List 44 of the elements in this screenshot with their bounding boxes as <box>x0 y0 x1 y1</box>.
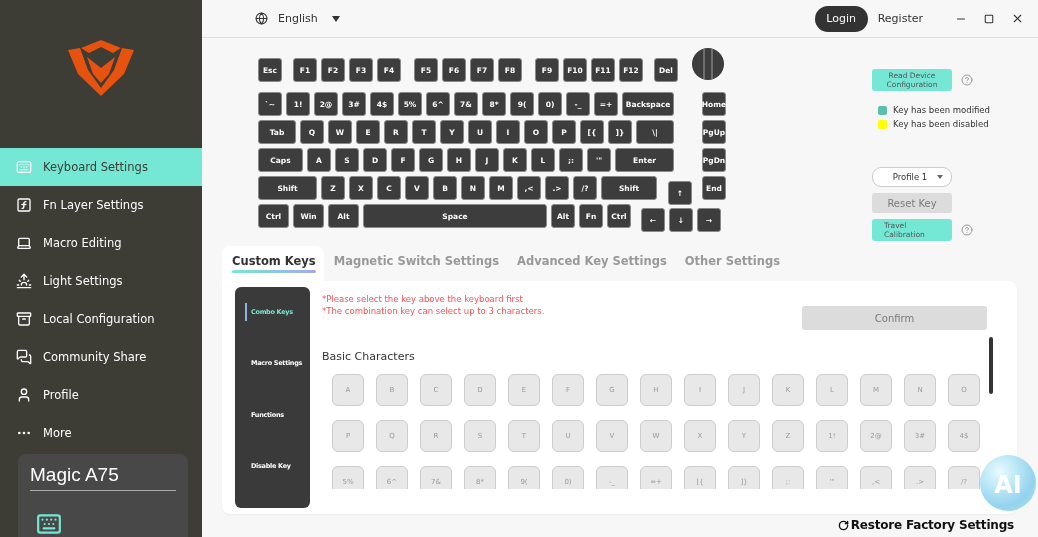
legend-label: Key has been disabled <box>893 119 989 129</box>
sidebar-item[interactable]: Macro Editing <box>0 224 202 262</box>
close-icon[interactable] <box>1011 12 1024 25</box>
maximize-icon[interactable] <box>984 13 994 24</box>
archive-icon <box>16 311 32 327</box>
warning-note: *Please select the key above the keyboard first <box>322 294 524 304</box>
sidebar-item[interactable]: Profile <box>0 376 202 414</box>
chat-bubbles-icon <box>16 349 32 365</box>
sidebar-label: Community Share <box>43 350 147 364</box>
sidebar-label: More <box>43 426 72 440</box>
sidebar-label: Local Configuration <box>43 312 155 326</box>
sunrise-icon <box>16 273 32 289</box>
globe-icon[interactable] <box>255 12 268 25</box>
device-name: Magic A75 <box>30 464 176 491</box>
sidebar-label: Fn Layer Settings <box>43 198 144 212</box>
section-title: Basic Characters <box>322 350 416 363</box>
profile-select[interactable]: Profile 1 <box>872 167 952 187</box>
tab[interactable]: Custom Keys <box>222 246 324 281</box>
sidebar-label: Profile <box>43 388 79 402</box>
register-button[interactable]: Register <box>871 12 929 25</box>
login-button[interactable]: Login <box>814 5 868 32</box>
user-icon <box>16 387 32 403</box>
language-label[interactable]: English <box>278 12 318 25</box>
function-square-icon <box>16 197 32 213</box>
legend-label: Key has been modified <box>893 105 990 115</box>
sidebar-item[interactable]: Light Settings <box>0 262 202 300</box>
sidebar-label: Light Settings <box>43 274 123 288</box>
caret-icon[interactable] <box>331 15 340 22</box>
sidebar-label: Keyboard Settings <box>43 160 148 174</box>
keyboard-icon <box>36 511 62 537</box>
warning-note: *The combination key can select up to 3 characters. <box>322 306 546 316</box>
sidebar-item[interactable]: Keyboard Settings <box>0 148 202 186</box>
sidebar-item[interactable]: Fn Layer Settings <box>0 186 202 224</box>
laptop-icon <box>16 235 32 251</box>
refresh-icon <box>837 519 849 531</box>
logo <box>68 40 134 96</box>
scrollbar[interactable] <box>989 337 993 394</box>
sidebar-item[interactable]: Local Configuration <box>0 300 202 338</box>
restore-factory-button[interactable]: Restore Factory Settings <box>837 518 1014 532</box>
keyboard-icon <box>16 159 32 175</box>
knob-icon[interactable] <box>692 48 724 80</box>
sidebar-item[interactable]: Community Share <box>0 338 202 376</box>
sidebar-label: Macro Editing <box>43 236 122 250</box>
sidebar-item[interactable]: More <box>0 414 202 452</box>
